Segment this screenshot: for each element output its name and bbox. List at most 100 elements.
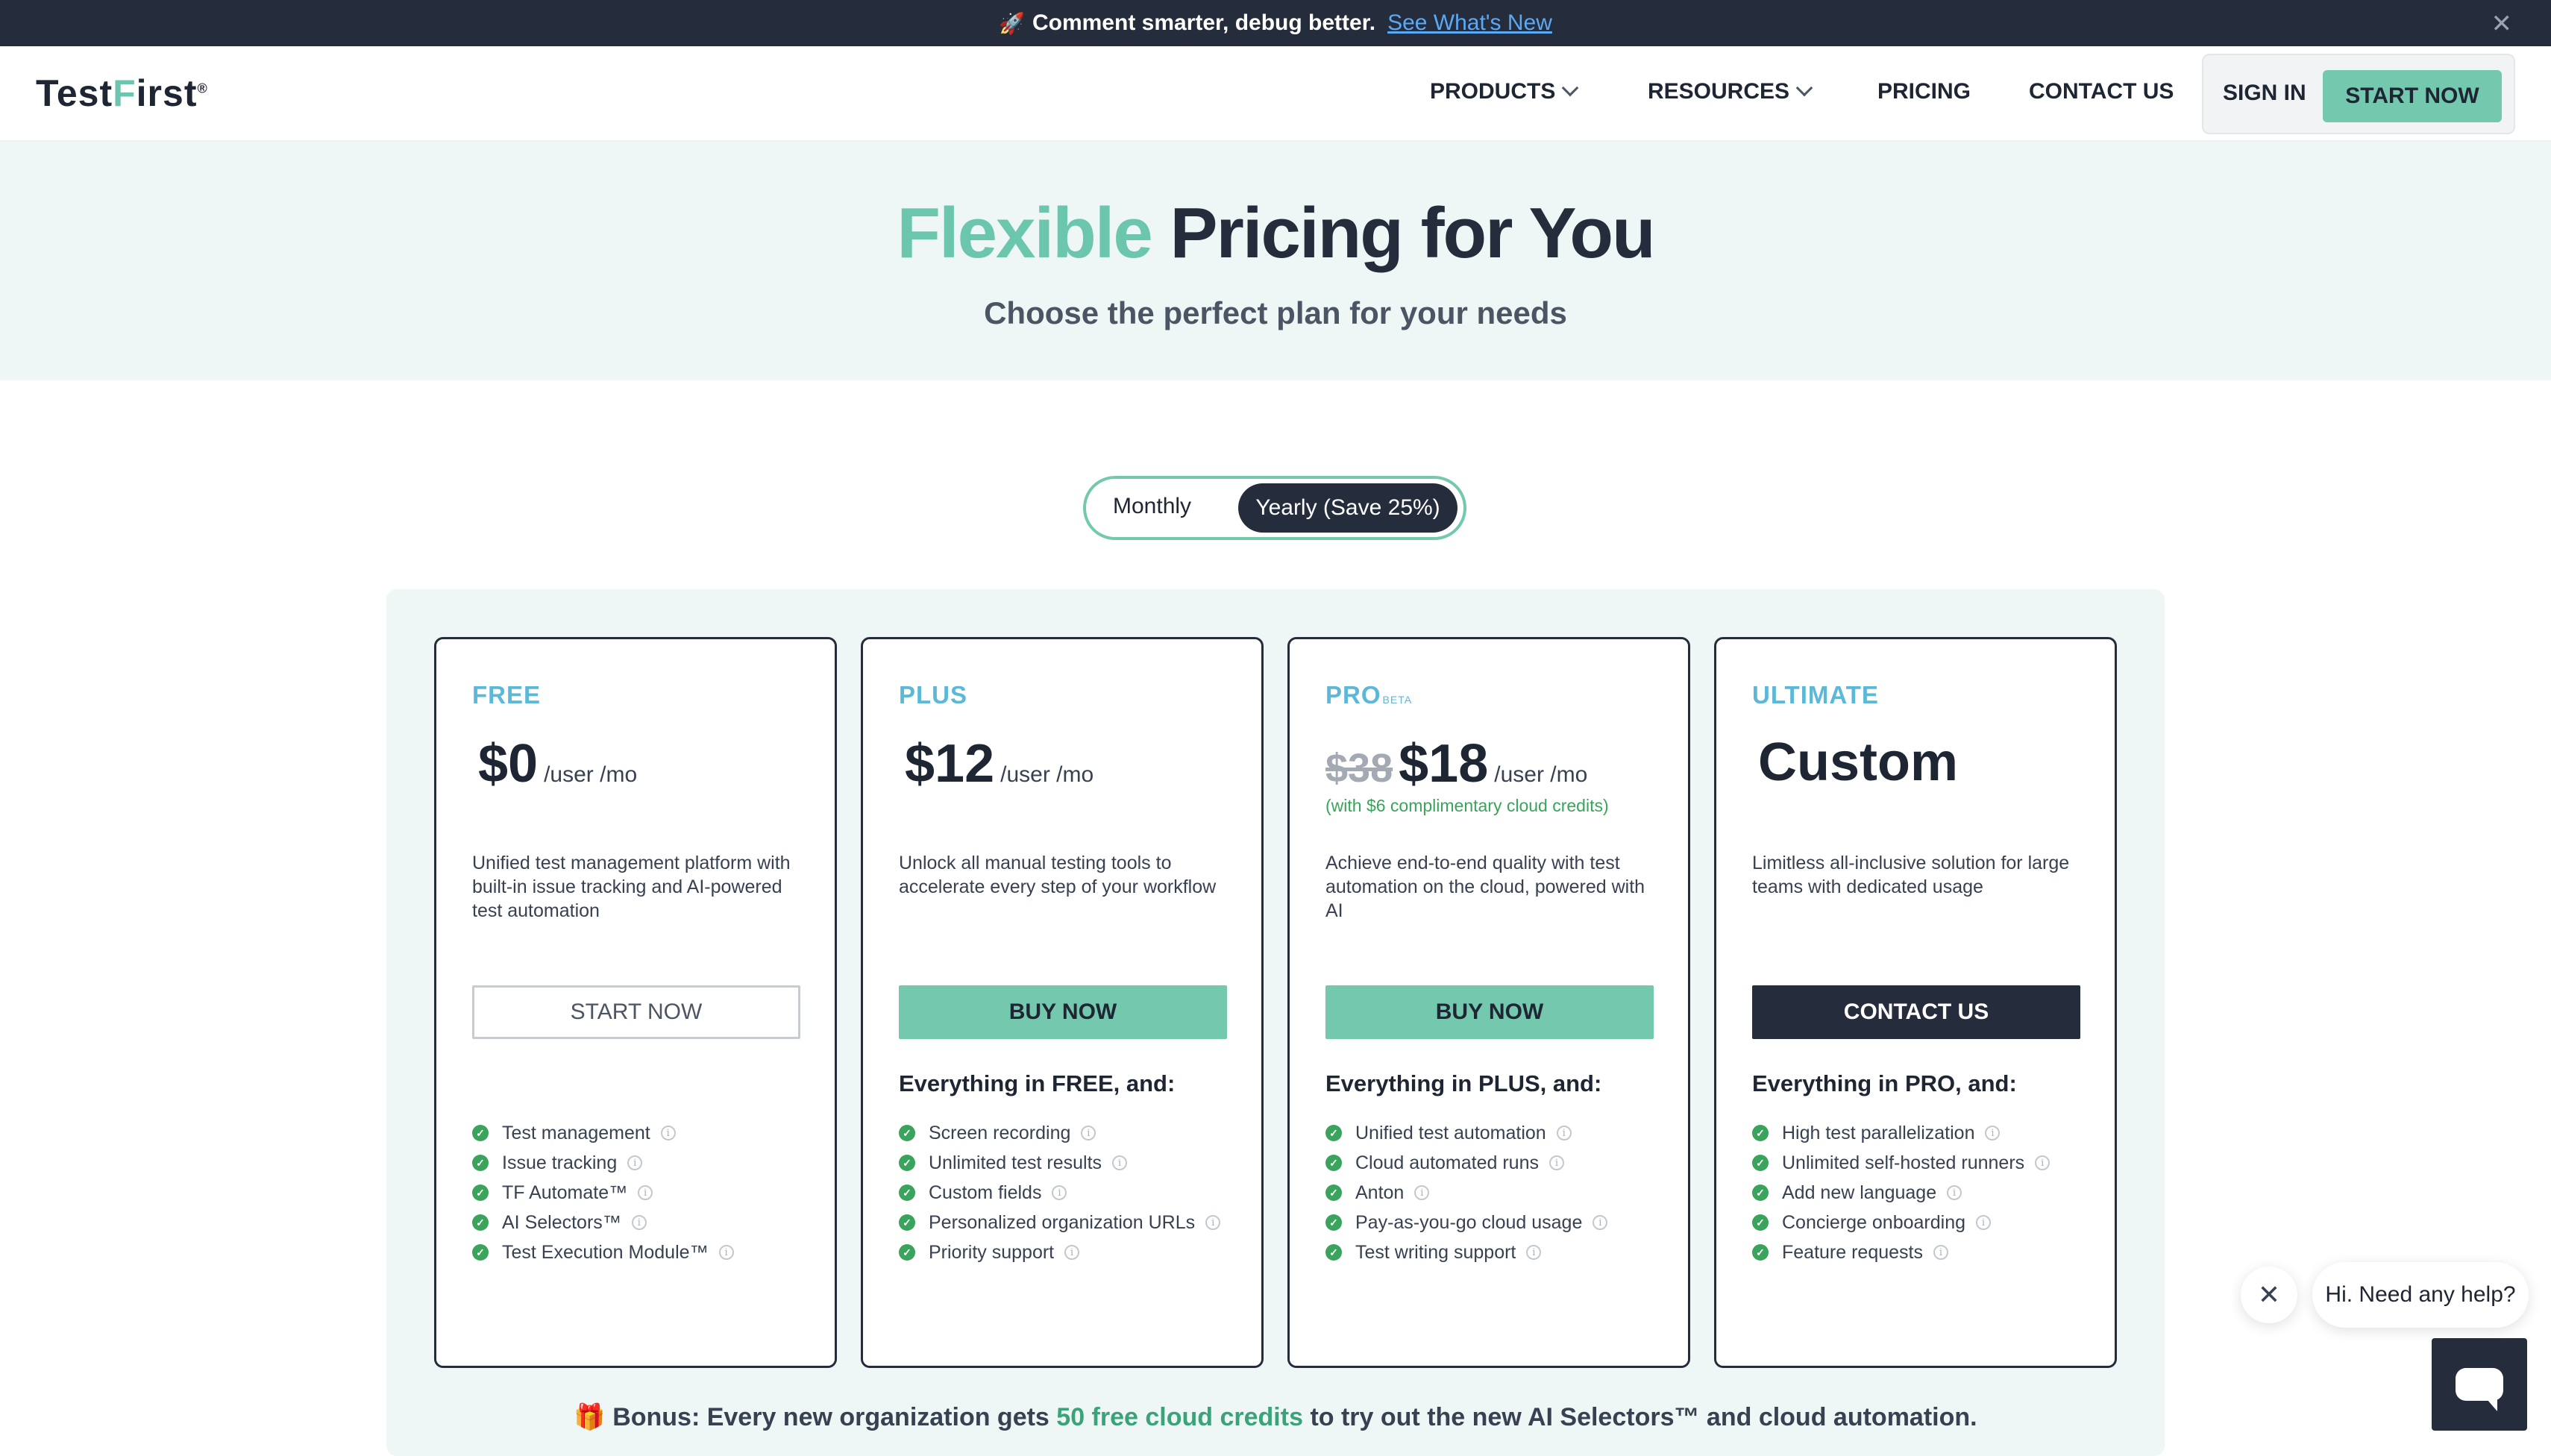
plan-name: PLUS: [899, 681, 968, 709]
info-icon[interactable]: i: [1985, 1126, 2001, 1140]
plan-card-ultimate: ULTIMATE Custom Limitless all-inclusive …: [1714, 637, 2117, 1368]
info-icon[interactable]: i: [2035, 1155, 2050, 1170]
bonus-banner: 🎁 Bonus: Every new organization gets 50 …: [574, 1403, 1977, 1431]
whats-new-link[interactable]: See What's New: [1387, 10, 1552, 36]
hero: Flexible Pricing for You Choose the perf…: [0, 142, 2551, 380]
list-item: ✓ Personalized organization URLs i: [899, 1208, 1221, 1237]
check-icon: ✓: [899, 1184, 915, 1201]
close-icon[interactable]: ✕: [2491, 9, 2513, 39]
list-item: ✓ Issue tracking i: [472, 1148, 734, 1178]
feature-list: ✓ Test management i ✓ Issue tracking i ✓ TF A…: [472, 1118, 734, 1267]
price-row: $0 /user /mo: [478, 733, 637, 794]
gift-icon: 🎁: [574, 1403, 606, 1431]
logo[interactable]: TestFirst®: [36, 72, 208, 115]
check-icon: ✓: [1325, 1214, 1342, 1231]
chat-greeting[interactable]: Hi. Need any help?: [2312, 1262, 2529, 1328]
nav-pricing[interactable]: PRICING: [1877, 79, 1971, 104]
info-icon[interactable]: i: [1112, 1155, 1128, 1170]
list-item: ✓ Priority support i: [899, 1237, 1220, 1267]
info-icon[interactable]: i: [1064, 1245, 1080, 1260]
nav-products[interactable]: PRODUCTS: [1430, 79, 1579, 104]
chevron-down-icon: [1795, 79, 1813, 97]
page-subtitle: Choose the perfect plan for your needs: [984, 295, 1567, 330]
feature-list: ✓ High test parallelization i ✓ Unlimited s…: [1752, 1118, 2050, 1267]
check-icon: ✓: [1325, 1244, 1342, 1261]
feature-list: ✓ Unified test automation i ✓ Cloud automat…: [1325, 1118, 1608, 1267]
check-icon: ✓: [472, 1184, 489, 1201]
start-now-plan-button[interactable]: START NOW: [472, 985, 800, 1039]
check-icon: ✓: [1752, 1214, 1769, 1231]
includes-heading: Everything in PRO, and:: [1752, 1070, 2017, 1096]
plan-description: Unlock all manual testing tools to accel…: [899, 853, 1217, 897]
credits-note: (with $6 complimentary cloud credits): [1325, 796, 1609, 815]
price-unit: /user /mo: [1000, 762, 1094, 787]
contact-us-button[interactable]: CONTACT US: [1752, 985, 2080, 1039]
monthly-option[interactable]: Monthly: [1113, 494, 1191, 519]
list-item: ✓ Unlimited test results i: [899, 1148, 1220, 1178]
feature-list: ✓ Screen recording i ✓ Unlimited test resul…: [899, 1118, 1221, 1267]
check-icon: ✓: [1752, 1155, 1769, 1171]
list-item: ✓ Custom fields i: [899, 1178, 1220, 1208]
includes-heading: Everything in PLUS, and:: [1325, 1070, 1602, 1096]
info-icon[interactable]: i: [1414, 1185, 1430, 1200]
sign-in-button[interactable]: SIGN IN: [2223, 81, 2306, 106]
auth-group: SIGN IN START NOW: [2202, 54, 2515, 134]
info-icon[interactable]: i: [1947, 1185, 1962, 1200]
beta-badge: BETA: [1382, 694, 1413, 706]
info-icon[interactable]: i: [718, 1245, 734, 1260]
list-item: ✓ Screen recording i: [899, 1118, 1220, 1148]
info-icon[interactable]: i: [1556, 1126, 1572, 1140]
info-icon[interactable]: i: [1549, 1155, 1564, 1170]
plan-card-plus: PLUS $12 /user /mo Unlock all manual tes…: [861, 637, 1264, 1368]
list-item: ✓ Cloud automated runs i: [1325, 1148, 1607, 1178]
buy-now-button[interactable]: BUY NOW: [1325, 985, 1654, 1039]
check-icon: ✓: [1752, 1184, 1769, 1201]
plan-card-pro: PRO BETA $38 $18 /user /mo (with $6 compl…: [1287, 637, 1690, 1368]
plan-price: Custom: [1758, 732, 1958, 792]
buy-now-button[interactable]: BUY NOW: [899, 985, 1227, 1039]
plan-description: Limitless all-inclusive solution for lar…: [1752, 853, 2070, 897]
info-icon[interactable]: i: [631, 1215, 647, 1230]
info-icon[interactable]: i: [638, 1185, 653, 1200]
check-icon: ✓: [1752, 1244, 1769, 1261]
bonus-highlight: 50 free cloud credits: [1056, 1403, 1303, 1431]
list-item: ✓ High test parallelization i: [1752, 1118, 2050, 1148]
check-icon: ✓: [472, 1125, 489, 1141]
info-icon[interactable]: i: [660, 1126, 676, 1140]
info-icon[interactable]: i: [627, 1155, 643, 1170]
nav-resources-label: RESOURCES: [1648, 79, 1790, 104]
plan-price: $18: [1399, 734, 1489, 794]
plan-description: Achieve end-to-end quality with test aut…: [1325, 853, 1645, 921]
check-icon: ✓: [472, 1155, 489, 1171]
info-icon[interactable]: i: [1976, 1215, 1992, 1230]
info-icon[interactable]: i: [1052, 1185, 1067, 1200]
list-item: ✓ Pay-as-you-go cloud usage i: [1325, 1208, 1608, 1237]
info-icon[interactable]: i: [1593, 1215, 1608, 1230]
yearly-option[interactable]: Yearly (Save 25%): [1238, 483, 1458, 533]
nav-contact[interactable]: CONTACT US: [2029, 79, 2174, 104]
plan-price: $0: [478, 734, 539, 794]
chat-launcher-button[interactable]: [2432, 1338, 2527, 1431]
list-item: ✓ Test Execution Module™ i: [472, 1237, 734, 1267]
info-icon[interactable]: i: [1205, 1215, 1221, 1230]
nav-products-label: PRODUCTS: [1430, 79, 1556, 104]
info-icon[interactable]: i: [1933, 1245, 1948, 1260]
plan-card-free: FREE $0 /user /mo Unified test managemen…: [434, 637, 837, 1368]
check-icon: ✓: [899, 1155, 915, 1171]
announcement-text: Comment smarter, debug better.: [1032, 10, 1376, 35]
price-row: $38 $18 /user /mo: [1325, 733, 1587, 794]
chevron-down-icon: [1562, 79, 1579, 97]
info-icon[interactable]: i: [1526, 1245, 1542, 1260]
list-item: ✓ Anton i: [1325, 1178, 1607, 1208]
chat-close-icon[interactable]: ✕: [2241, 1267, 2297, 1323]
check-icon: ✓: [1752, 1125, 1769, 1141]
nav-resources[interactable]: RESOURCES: [1648, 79, 1813, 104]
announcement-bar: 🚀 Comment smarter, debug better. See Wha…: [0, 0, 2551, 46]
plan-name: ULTIMATE: [1752, 681, 1879, 709]
start-now-button[interactable]: START NOW: [2323, 70, 2502, 122]
price-row: $12 /user /mo: [905, 733, 1093, 794]
check-icon: ✓: [1325, 1155, 1342, 1171]
list-item: ✓ Test writing support i: [1325, 1237, 1607, 1267]
info-icon[interactable]: i: [1081, 1126, 1096, 1140]
list-item: ✓ Concierge onboarding i: [1752, 1208, 2050, 1237]
